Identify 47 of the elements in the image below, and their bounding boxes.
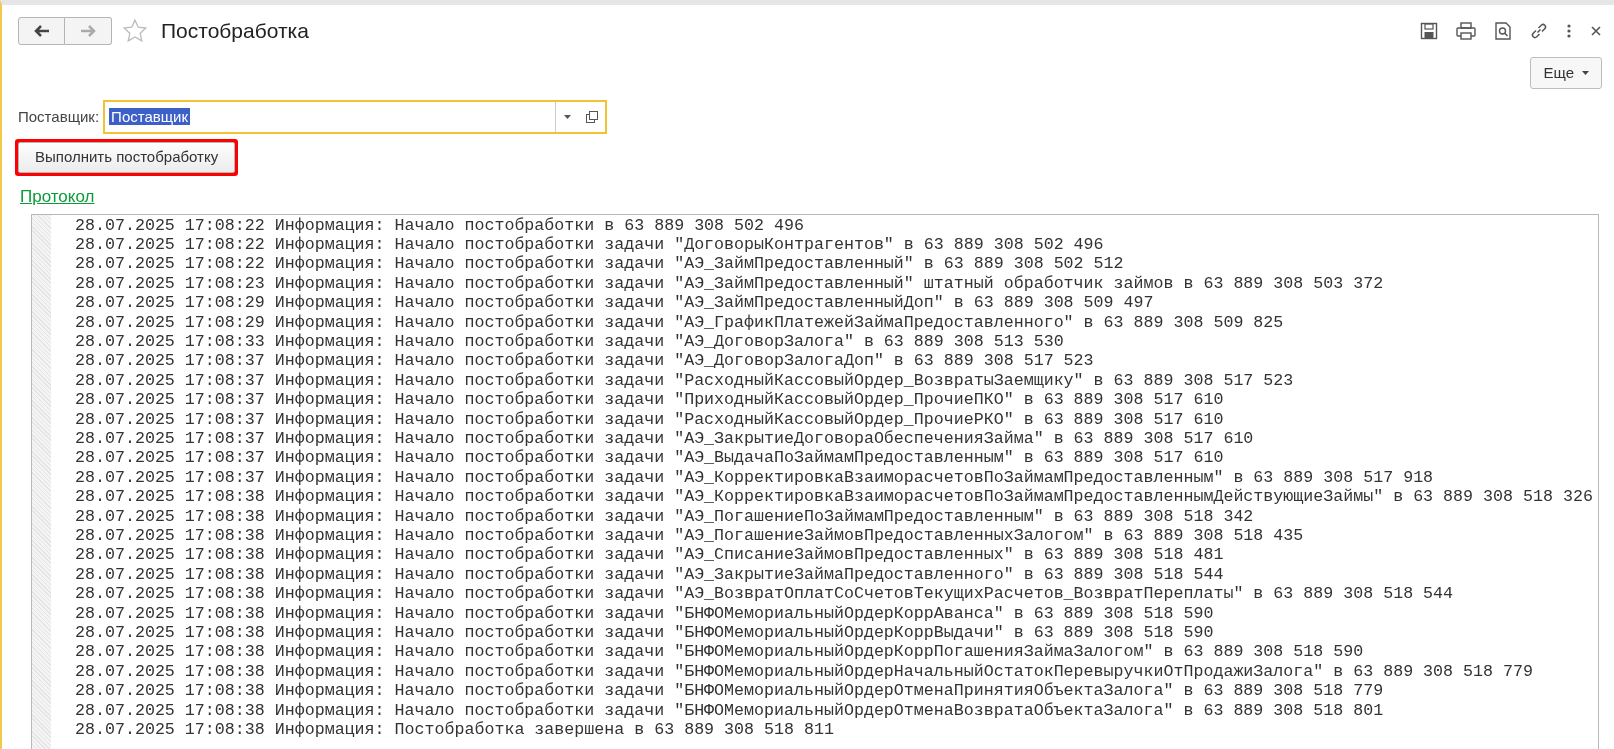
log-line: 28.07.2025 17:08:37 Информация: Начало постобработки задачи "АЭ_ЗакрытиеДоговораОбеспеченияЗайма" в 63 889 308 517 610 xyxy=(75,428,1254,449)
preview-icon[interactable] xyxy=(1494,22,1512,40)
log-line: 28.07.2025 17:08:38 Информация: Начало постобработки задачи "БНФОМемориальныйОрдерКоррВыдачи" в 63 889 308 518 590 xyxy=(75,623,1214,643)
open-window-icon xyxy=(586,111,599,123)
window-title: Постобработка xyxy=(161,18,309,45)
run-postprocessing-button[interactable]: Выполнить постобработку xyxy=(18,142,236,173)
log-line: 28.07.2025 17:08:38 Информация: Постобработка завершена в 63 889 308 518 811 xyxy=(75,720,834,740)
log-line: 28.07.2025 17:08:38 Информация: Начало постобработки задачи "АЭ_ВозвратОплатСоСчетовТекущихРасчетов_ВозвратПереплаты" в 63 889 308 518 544 xyxy=(75,584,1454,604)
more-button[interactable]: Еще xyxy=(1530,57,1602,89)
back-arrow-icon xyxy=(33,25,50,37)
log-line: 28.07.2025 17:08:38 Информация: Начало постобработки задачи "АЭ_ЗакрытиеЗаймаПредоставленного" в 63 889 308 518 544 xyxy=(75,564,1224,585)
caret-icon xyxy=(564,115,572,119)
log-line: 28.07.2025 17:08:29 Информация: Начало постобработки задачи "АЭ_ЗаймПредоставленныйДоп" в 63 889 308 509 497 xyxy=(75,293,1154,313)
more-icon[interactable] xyxy=(1566,23,1572,39)
log-line: 28.07.2025 17:08:33 Информация: Начало постобработки задачи "АЭ_ДоговорЗалога" в 63 889 308 513 530 xyxy=(75,331,1064,352)
log-line: 28.07.2025 17:08:37 Информация: Начало постобработки задачи "АЭ_ДоговорЗалогаДоп" в 63 889 308 517 523 xyxy=(75,351,1094,371)
field-label: Поставщик: xyxy=(18,106,100,127)
log-line: 28.07.2025 17:08:38 Информация: Начало постобработки задачи "АЭ_ПогашениеЗаймовПредоставленныхЗалогом" в 63 889 308 518 435 xyxy=(75,526,1304,546)
forward-arrow-icon xyxy=(80,25,96,37)
log-line: 28.07.2025 17:08:22 Информация: Начало постобработки в 63 889 308 502 496 xyxy=(75,215,804,235)
link-icon[interactable] xyxy=(1530,22,1548,40)
log-line: 28.07.2025 17:08:38 Информация: Начало постобработки задачи "БНФОМемориальныйОрдерНачальныйОстатокПеревыручкиОтПродажиЗалога" в 63 889 308 518 779 xyxy=(75,661,1533,682)
protocol-link[interactable]: Протокол xyxy=(20,187,95,206)
log-line: 28.07.2025 17:08:23 Информация: Начало постобработки задачи "АЭ_ЗаймПредоставленный" штатный обработчик займов в 63 889 308 503 372 xyxy=(75,273,1384,294)
field-value: Поставщик xyxy=(109,108,190,125)
close-icon[interactable] xyxy=(1590,25,1602,37)
log-line: 28.07.2025 17:08:22 Информация: Начало постобработки задачи "АЭ_ЗаймПредоставленный" в 63 889 308 502 512 xyxy=(75,254,1124,274)
log-line: 28.07.2025 17:08:38 Информация: Начало постобработки задачи "АЭ_ПогашениеПоЗаймамПредоставленным" в 63 889 308 518 342 xyxy=(75,506,1254,526)
star-icon[interactable] xyxy=(122,18,148,44)
log-line: 28.07.2025 17:08:37 Информация: Начало постобработки задачи "АЭ_ВыдачаПоЗаймамПредоставленным" в 63 889 308 517 610 xyxy=(75,448,1224,468)
log-line: 28.07.2025 17:08:38 Информация: Начало постобработки задачи "АЭ_СписаниеЗаймовПредоставленных" в 63 889 308 518 481 xyxy=(75,545,1224,565)
print-icon[interactable] xyxy=(1456,22,1476,40)
log-line: 28.07.2025 17:08:38 Информация: Начало постобработки задачи "АЭ_КорректировкаВзаиморасчетовПоЗаймамПредоставленнымДействующиеЗаймы" в 63 889 308 518 326 xyxy=(75,487,1593,507)
log-line: 28.07.2025 17:08:38 Информация: Начало постобработки задачи "БНФОМемориальныйОрдерКоррАванса" в 63 889 308 518 590 xyxy=(75,603,1214,624)
log-line: 28.07.2025 17:08:22 Информация: Начало постобработки задачи "ДоговорыКонтрагентов" в 63 889 308 502 496 xyxy=(75,234,1104,255)
caret-icon xyxy=(1582,71,1589,75)
supplier-field[interactable]: Поставщик xyxy=(103,100,608,134)
log-line: 28.07.2025 17:08:37 Информация: Начало постобработки задачи "АЭ_КорректировкаВзаиморасчетовПоЗаймамПредоставленным" в 63 889 308 517 918 xyxy=(75,467,1434,488)
log-line: 28.07.2025 17:08:38 Информация: Начало постобработки задачи "БНФОМемориальныйОрдерКоррПогашенияЗаймаЗалогом" в 63 889 308 518 590 xyxy=(75,642,1364,662)
log-line: 28.07.2025 17:08:38 Информация: Начало постобработки задачи "БНФОМемориальныйОрдерОтменаВозвратаОбъектаЗалога" в 63 889 308 518 801 xyxy=(75,700,1384,721)
log-line: 28.07.2025 17:08:37 Информация: Начало постобработки задачи "РасходныйКассовыйОрдер_ПрочиеРКО" в 63 889 308 517 610 xyxy=(75,409,1224,429)
log-line: 28.07.2025 17:08:37 Информация: Начало постобработки задачи "ПриходныйКассовыйОрдер_ПрочиеПКО" в 63 889 308 517 610 xyxy=(75,390,1224,410)
log-line: 28.07.2025 17:08:29 Информация: Начало постобработки задачи "АЭ_ГрафикПлатежейЗаймаПредоставленного" в 63 889 308 509 825 xyxy=(75,312,1284,332)
save-icon[interactable] xyxy=(1420,22,1438,40)
back-button[interactable] xyxy=(18,17,65,45)
log-line: 28.07.2025 17:08:37 Информация: Начало постобработки задачи "РасходныйКассовыйОрдер_ВозвратыЗаемщику" в 63 889 308 517 523 xyxy=(75,370,1294,391)
log-line: 28.07.2025 17:08:38 Информация: Начало постобработки задачи "БНФОМемориальныйОрдерОтменаПринятияОбъектаЗалога" в 63 889 308 518 779 xyxy=(75,681,1384,701)
